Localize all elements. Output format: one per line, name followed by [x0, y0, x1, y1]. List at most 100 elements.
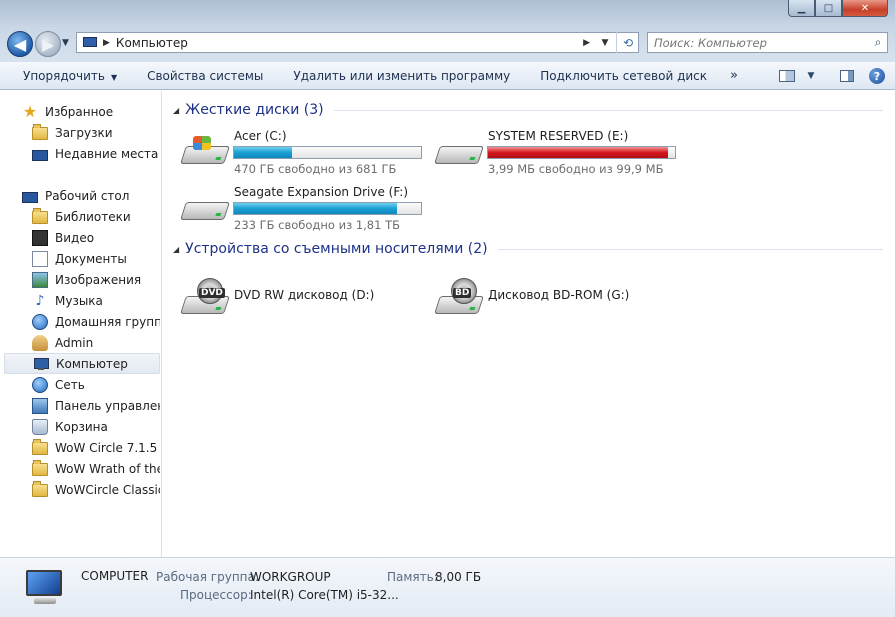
- sidebar-item-label: Рабочий стол: [45, 188, 130, 203]
- sidebar-item[interactable]: WoW Circle 7.1.5: [4, 437, 160, 458]
- search-icon[interactable]: ⌕: [869, 35, 887, 50]
- sidebar-item[interactable]: Рабочий стол: [4, 185, 160, 206]
- close-button[interactable]: ✕: [842, 0, 888, 17]
- drive-free-space: 233 ГБ свободно из 1,81 ТБ: [234, 218, 401, 232]
- help-button[interactable]: ?: [865, 66, 889, 86]
- drive-free-space: 3,99 МБ свободно из 99,9 МБ: [488, 162, 664, 176]
- sidebar-item[interactable]: WoW Wrath of the L: [4, 458, 160, 479]
- help-icon: ?: [869, 68, 885, 84]
- change-view-button[interactable]: [775, 66, 799, 86]
- chevron-down-icon: ▼: [807, 71, 815, 81]
- sidebar-item[interactable]: Загрузки: [4, 122, 160, 143]
- sidebar-item[interactable]: Документы: [4, 248, 160, 269]
- sidebar-item-label: Панель управления: [55, 398, 160, 413]
- images-icon: [32, 271, 48, 288]
- sidebar-item-label: Избранное: [45, 104, 114, 119]
- group-title: Устройства со съемными носителями (2): [185, 241, 488, 257]
- group-header-removable[interactable]: ◢ Устройства со съемными носителями (2): [173, 241, 883, 257]
- sidebar-item[interactable]: Admin: [4, 332, 160, 353]
- group-title: Жесткие диски (3): [185, 102, 324, 118]
- preview-pane-button[interactable]: [835, 66, 859, 86]
- sidebar-item-label: Видео: [55, 230, 95, 245]
- folder-icon: [32, 460, 48, 476]
- group-divider: [497, 248, 883, 250]
- folder-icon: [32, 439, 48, 455]
- sidebar-item-label: WoWCircle Classic 1: [55, 482, 160, 497]
- system-properties-button[interactable]: Свойства системы: [132, 62, 278, 90]
- sidebar-item[interactable]: Сеть: [4, 374, 160, 395]
- drive-item[interactable]: Seagate Expansion Drive (F:) 233 ГБ свобо…: [180, 184, 426, 232]
- breadcrumb-separator-end[interactable]: ▶: [583, 38, 590, 48]
- sidebar-item[interactable]: Домашняя группа: [4, 311, 160, 332]
- drive-usage-bar: [487, 146, 676, 159]
- processor-label: Процессор:: [180, 588, 252, 602]
- breadcrumb-separator[interactable]: ▶: [103, 38, 110, 48]
- explorer-window: ▁ □ ✕ ◀ ▶ ▼ ▶ Компьютер ▶ ▼ ⟲ ⌕ Упорядоч…: [0, 0, 895, 617]
- dvd-drive-icon: DVD: [180, 278, 230, 314]
- removable-drive-item[interactable]: BD Дисковод BD-ROM (G:): [434, 268, 680, 316]
- address-history-dropdown[interactable]: ▼: [596, 38, 614, 48]
- toolbar-right: ▼ ?: [775, 62, 895, 90]
- workgroup-label: Рабочая группа:: [156, 570, 259, 584]
- video-icon: [32, 229, 48, 246]
- drive-name: SYSTEM RESERVED (E:): [488, 129, 629, 143]
- downloads-folder-icon: [32, 124, 48, 140]
- group-header-hard-disks[interactable]: ◢ Жесткие диски (3): [173, 102, 883, 118]
- sidebar-item[interactable]: ♪ Музыка: [4, 290, 160, 311]
- desktop-icon: [22, 191, 38, 203]
- organize-button[interactable]: Упорядочить ▼: [0, 62, 132, 90]
- refresh-button[interactable]: ⟲: [616, 32, 639, 53]
- maximize-button[interactable]: □: [815, 0, 842, 17]
- sidebar-item[interactable]: Изображения: [4, 269, 160, 290]
- arrow-left-icon: ◀: [13, 34, 27, 54]
- sidebar-item[interactable]: ★ Избранное: [4, 101, 160, 122]
- removable-drive-item[interactable]: DVD DVD RW дисковод (D:): [180, 268, 426, 316]
- collapse-icon: ◢: [173, 244, 180, 254]
- address-bar[interactable]: ▶ Компьютер ▶ ▼: [76, 32, 639, 53]
- computer-icon: [81, 36, 97, 49]
- music-icon: ♪: [35, 292, 45, 309]
- refresh-icon: ⟲: [622, 35, 634, 50]
- arrow-right-icon: ▶: [41, 34, 55, 54]
- drive-usage-bar: [233, 202, 422, 215]
- computer-large-icon: [22, 570, 66, 606]
- windows-drive-icon: [180, 136, 230, 164]
- documents-icon: [32, 250, 48, 267]
- user-folder-icon: [32, 334, 48, 351]
- drive-item[interactable]: SYSTEM RESERVED (E:) 3,99 МБ свободно из …: [434, 128, 680, 176]
- search-input[interactable]: [648, 35, 869, 50]
- view-options-dropdown[interactable]: ▼: [805, 66, 817, 86]
- command-bar: Упорядочить ▼ Свойства системы Удалить ил…: [0, 62, 895, 90]
- sidebar-item[interactable]: Библиотеки: [4, 206, 160, 227]
- back-button[interactable]: ◀: [7, 31, 33, 57]
- memory-value: 8,00 ГБ: [435, 570, 482, 584]
- sidebar-item[interactable]: Компьютер: [4, 353, 160, 374]
- drive-name: DVD RW дисковод (D:): [234, 288, 375, 302]
- hard-drive-icon: [180, 192, 230, 220]
- recent-pages-dropdown[interactable]: ▼: [62, 38, 69, 48]
- sidebar-item-label: Загрузки: [55, 125, 113, 140]
- breadcrumb-computer[interactable]: Компьютер: [116, 36, 577, 50]
- navigation-pane: ★ Избранное Загрузки Недавние места Рабочий …: [0, 91, 162, 557]
- bd-drive-icon: BD: [434, 278, 484, 314]
- sidebar-item[interactable]: Видео: [4, 227, 160, 248]
- recycle-bin-icon: [32, 418, 48, 435]
- sidebar-item[interactable]: Недавние места: [4, 143, 160, 164]
- sidebar-item-label: Admin: [55, 335, 94, 350]
- search-box[interactable]: ⌕: [647, 32, 888, 53]
- forward-button[interactable]: ▶: [35, 31, 61, 57]
- uninstall-program-button[interactable]: Удалить или изменить программу: [278, 62, 525, 90]
- more-commands-button[interactable]: »: [722, 62, 746, 90]
- sidebar-item-label: Библиотеки: [55, 209, 131, 224]
- drive-free-space: 470 ГБ свободно из 681 ГБ: [234, 162, 397, 176]
- network-icon: [32, 376, 48, 393]
- content-pane: ◢ Жесткие диски (3) Acer (C:) 470 ГБ своб…: [163, 91, 895, 557]
- map-network-drive-button[interactable]: Подключить сетевой диск: [525, 62, 722, 90]
- minimize-button[interactable]: ▁: [788, 0, 815, 17]
- sidebar-item[interactable]: Панель управления: [4, 395, 160, 416]
- sidebar-item[interactable]: WoWCircle Classic 1: [4, 479, 160, 500]
- drive-item[interactable]: Acer (C:) 470 ГБ свободно из 681 ГБ: [180, 128, 426, 176]
- sidebar-item-label: Документы: [55, 251, 127, 266]
- sidebar-item[interactable]: Корзина: [4, 416, 160, 437]
- computer-name: COMPUTER: [81, 569, 149, 583]
